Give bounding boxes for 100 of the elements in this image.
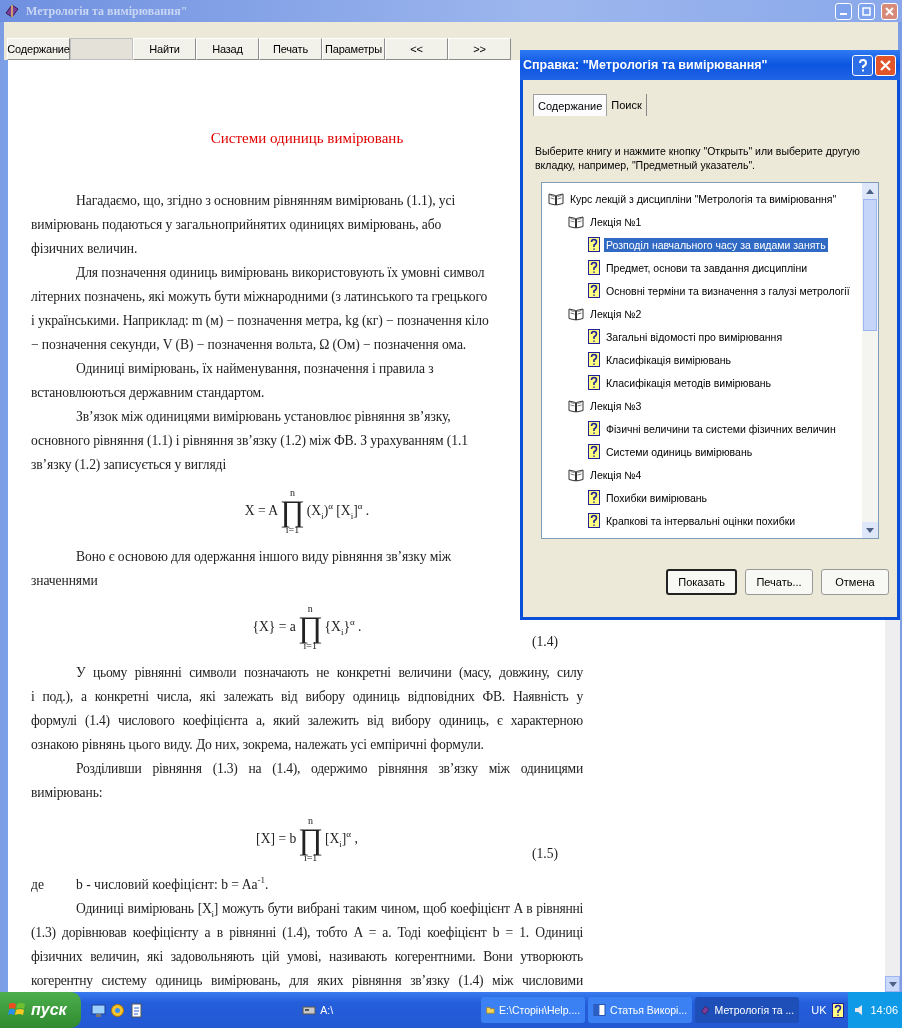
text-line: − позначення секунди, V (В) − позначення вольта, Ω (Ом) − позначення ома. bbox=[31, 336, 467, 354]
dialog-button[interactable]: Показать bbox=[666, 569, 737, 595]
tree-item[interactable]: Предмет, основи та завдання дисципліни bbox=[604, 260, 810, 275]
help-icon bbox=[857, 58, 868, 72]
text-line: Зв’язок між одиницями вимірювань установлює рівняння зв’язку, bbox=[76, 408, 451, 426]
taskbar-button[interactable]: Метрологія та ... bbox=[695, 997, 800, 1023]
word-document-icon bbox=[593, 1003, 607, 1017]
toolbar-button[interactable]: Печать bbox=[259, 38, 322, 60]
open-book-icon bbox=[568, 467, 584, 482]
tree-item[interactable]: Загальні відомості про вимірювання bbox=[604, 329, 785, 344]
tree-item[interactable]: Фізичні величини та системи фізичних величин bbox=[604, 421, 838, 436]
help-page-icon bbox=[588, 329, 600, 344]
text-line: ознакою рівнянь цього виду. До них, зокрема, належать усі емпіричні формули. bbox=[31, 736, 484, 754]
text-line: вимірювань: bbox=[31, 784, 103, 802]
text-line: b - числовий коефіцієнт: b = Aa$^{-1}$. bbox=[76, 874, 269, 894]
tree-item[interactable]: Розподіл навчального часу за видами занять bbox=[604, 237, 828, 252]
help-page-icon bbox=[588, 490, 600, 505]
taskbar-button[interactable]: E:\Сторін\Help.... bbox=[481, 997, 586, 1023]
window-title: Метрологія та вимірювання" bbox=[26, 3, 189, 19]
close-button[interactable] bbox=[875, 54, 896, 76]
toolbar-button[interactable]: Найти bbox=[133, 38, 196, 60]
text-line: Розділивши рівняння (1.3) на (1.4), одержимо рівняння зв’язку між одиницями bbox=[76, 760, 583, 778]
text-line: і под.), а конкретні числа, які залежать від вибору одиниць відповідних ФВ. Наявність у bbox=[31, 688, 583, 706]
maximize-button[interactable] bbox=[858, 2, 875, 20]
text-line: Нагадаємо, що, згідно з основним рівнянням вимірювань (1.1), усі bbox=[76, 192, 456, 210]
close-icon bbox=[885, 6, 894, 16]
text-line: зв’язку (1.2) записується у вигляді bbox=[31, 456, 227, 474]
open-book-icon bbox=[568, 214, 584, 229]
drive-icon bbox=[302, 1003, 317, 1017]
text-line: фізичних величин. bbox=[31, 240, 138, 258]
tree-item[interactable]: Курс лекцій з дисципліни "Метрологія та вимірювання" bbox=[568, 191, 839, 206]
tree-item[interactable]: Класифікація вимірювань bbox=[604, 352, 734, 367]
scrollbar[interactable] bbox=[862, 183, 878, 538]
minimize-button[interactable] bbox=[835, 2, 852, 20]
tree-item[interactable]: Лекція №1 bbox=[588, 214, 644, 229]
close-icon bbox=[880, 59, 891, 71]
tree-item[interactable]: Лекція №3 bbox=[588, 398, 644, 413]
text-line: (1.3) дорівнював коефіцієнту a в рівнянні (1.4), тобто A = a. Тоді коефіцієнт b = 1. Одиниці bbox=[31, 924, 583, 942]
formula-text: [X] = b bbox=[256, 831, 297, 847]
close-button[interactable] bbox=[881, 2, 898, 20]
scroll-up-button[interactable] bbox=[862, 183, 878, 199]
text-line: формулі (1.4) числового коефіцієнта a, який залежить від вибору одиниць, є характерною bbox=[31, 712, 583, 730]
toolbar-button[interactable]: << bbox=[385, 38, 448, 60]
tab[interactable]: Содержание bbox=[533, 94, 608, 116]
limit-text: n bbox=[289, 487, 295, 498]
dialog-button[interactable]: Печать... bbox=[745, 569, 813, 595]
open-book-icon bbox=[568, 398, 584, 413]
app-icon bbox=[4, 3, 20, 19]
formula-text: X = A bbox=[244, 503, 279, 519]
text-line: літерних позначень, які можуть бути міжнародними (з латинського та грецького bbox=[31, 288, 488, 306]
toolbar-button[interactable]: >> bbox=[448, 38, 511, 60]
tree-item[interactable]: Лекція №2 bbox=[588, 306, 644, 321]
equation-number: (1.4) bbox=[531, 633, 558, 651]
help-page-icon bbox=[588, 352, 600, 367]
help-page-icon bbox=[588, 513, 600, 528]
tree-item[interactable]: Основні терміни та визначення з галузі метрології bbox=[604, 283, 852, 298]
limit-text: n bbox=[307, 603, 313, 614]
text-line: Воно є основою для одержання іншого виду рівняння зв’язку між bbox=[76, 548, 452, 566]
dialog-button[interactable]: Отмена bbox=[821, 569, 889, 595]
browser-icon[interactable] bbox=[109, 1002, 125, 1018]
text-line: Для позначення одиниць вимірювань використовують їх умовні символ bbox=[76, 264, 485, 282]
taskbar-button[interactable]: A:\ bbox=[297, 997, 339, 1023]
tree-item[interactable]: Системи одиниць вимірювань bbox=[604, 444, 755, 459]
tree-item[interactable]: Крапкові та інтервальні оцінки похибки bbox=[604, 513, 798, 528]
taskbar-button[interactable]: Статья Викорі... bbox=[588, 997, 693, 1023]
tree-item[interactable]: Класифікація методів вимірювань bbox=[604, 375, 774, 390]
toolbar-button[interactable]: Параметры bbox=[322, 38, 385, 60]
tree-item[interactable]: Лекція №4 bbox=[588, 467, 644, 482]
where-label: де bbox=[31, 876, 45, 894]
tab[interactable]: Поиск bbox=[607, 94, 647, 116]
help-page-icon[interactable] bbox=[832, 1002, 845, 1018]
open-book-icon bbox=[548, 191, 564, 206]
toolbar-button[interactable]: Назад bbox=[196, 38, 259, 60]
document-icon[interactable] bbox=[128, 1002, 144, 1018]
help-page-icon bbox=[588, 237, 600, 252]
language-indicator[interactable]: UK bbox=[811, 1004, 827, 1016]
equation-number: (1.5) bbox=[531, 845, 558, 863]
text-line: встановлюються державним стандартом. bbox=[31, 384, 265, 402]
text-line: вимірювань подаються у загальноприйнятих одиницях вимірювань, або bbox=[31, 216, 442, 234]
help-button[interactable] bbox=[852, 54, 873, 76]
scroll-down-button[interactable] bbox=[862, 522, 878, 538]
text-line: Одиниці вимірювань [X$_{i}$] можуть бути вибрані таким чином, щоб коефіцієнт A в рівнянні bbox=[76, 900, 583, 921]
text-line: основного рівняння (1.1) і рівняння зв’язку (1.2) між ФВ. З урахуванням (1.1 bbox=[31, 432, 468, 450]
instruction-text: Выберите книгу и нажмите кнопку "Открыть" или выберите другую вкладку, например, "Предметный указатель". bbox=[535, 144, 861, 172]
scroll-down-button[interactable] bbox=[885, 976, 900, 992]
app-icon bbox=[700, 1003, 711, 1017]
open-book-icon bbox=[568, 306, 584, 321]
dialog-title: Справка: "Метрологія та вимірювання" bbox=[523, 58, 769, 72]
help-page-icon bbox=[588, 421, 600, 436]
text-line: значеннями bbox=[31, 572, 98, 590]
formula-text: {X} = a bbox=[252, 619, 296, 635]
down-arrow-icon bbox=[866, 527, 874, 533]
text-line: Одиниці вимірювань, їх найменування, позначення і правила з bbox=[76, 360, 434, 378]
tree-item[interactable]: Похибки вимірювань bbox=[604, 490, 710, 505]
desktop-icon[interactable] bbox=[90, 1002, 106, 1018]
scroll-thumb[interactable] bbox=[863, 199, 877, 331]
formula-text: [X$_{i}$]$^{α}$ , bbox=[324, 831, 358, 847]
clock-text: 14:06 bbox=[870, 1004, 898, 1016]
toolbar-button[interactable]: Содержание bbox=[7, 38, 70, 60]
section-heading: Системи одиниць вимірювань bbox=[210, 130, 404, 147]
